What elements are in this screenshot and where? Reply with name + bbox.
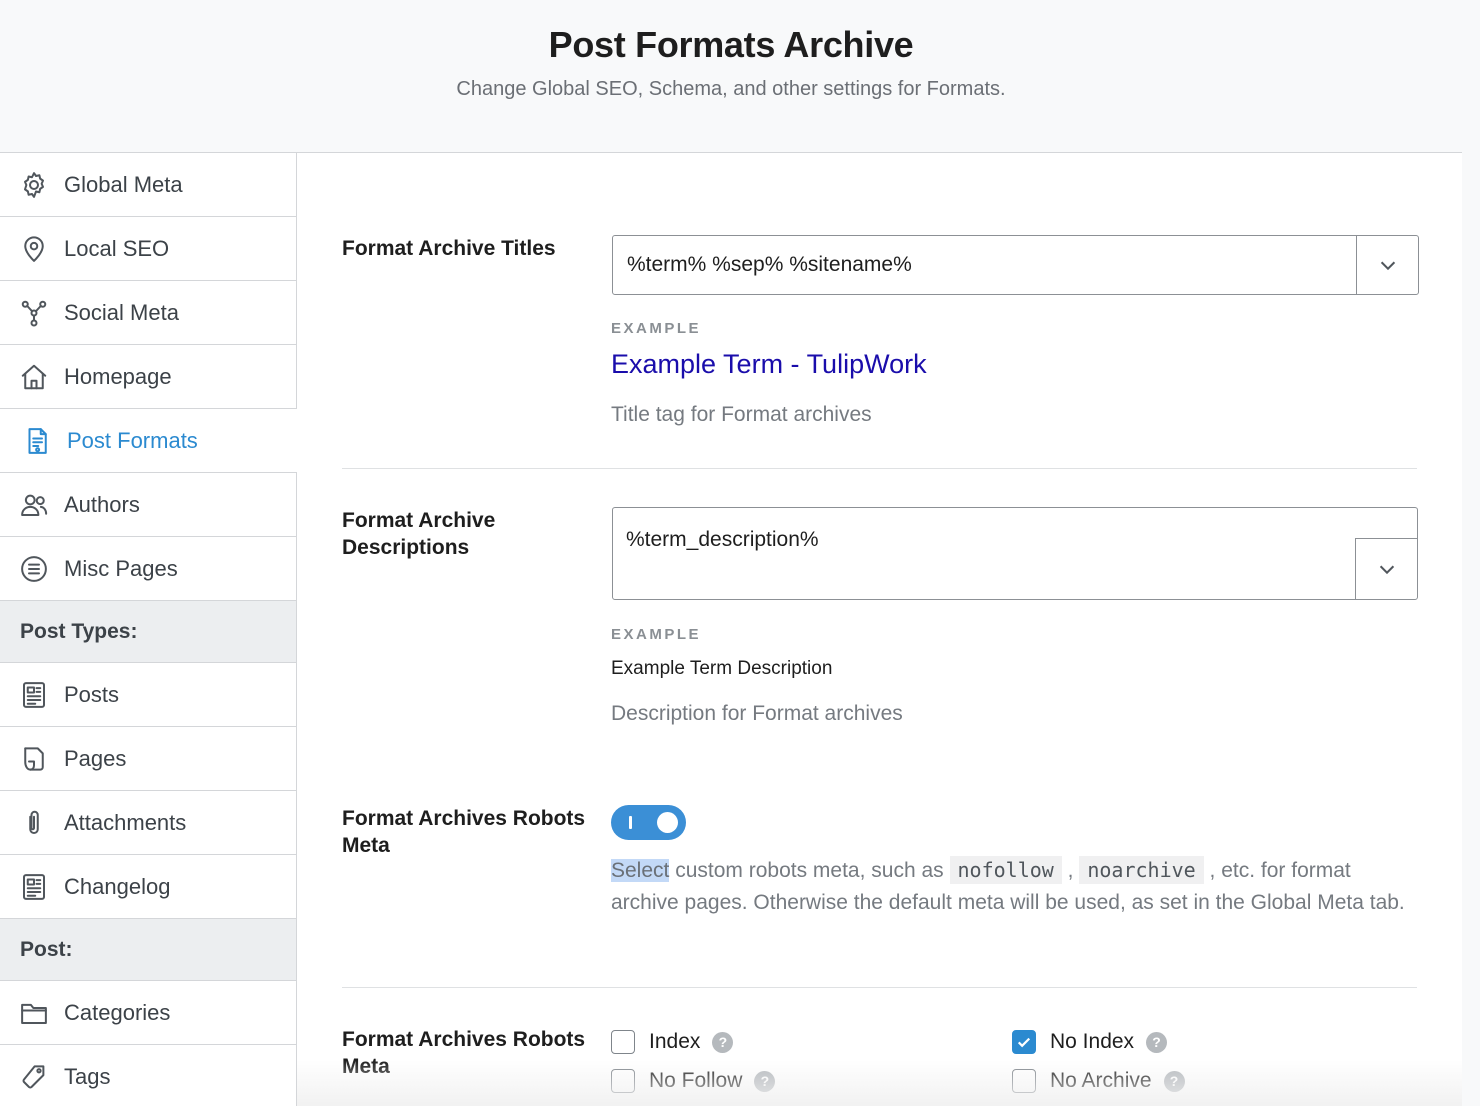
users-icon — [18, 489, 50, 521]
titles-label: Format Archive Titles — [342, 237, 556, 260]
example-description-preview: Example Term Description — [611, 658, 833, 679]
sidebar-item-global-meta[interactable]: Global Meta — [0, 153, 297, 217]
sidebar-item-authors[interactable]: Authors — [0, 473, 297, 537]
help-icon[interactable]: ? — [1146, 1031, 1168, 1053]
checkmark-icon — [1017, 1037, 1031, 1048]
help-text-part: custom robots meta, such as — [669, 859, 950, 882]
example-tag: EXAMPLE — [611, 320, 702, 337]
chevron-down-icon[interactable] — [1356, 236, 1418, 294]
sidebar-item-label: Changelog — [64, 873, 171, 899]
code-noarchive: noarchive — [1079, 856, 1204, 884]
sidebar-item-misc-pages[interactable]: Misc Pages — [0, 537, 297, 601]
robots-toggle-label-line2: Meta — [342, 834, 390, 857]
tag-icon — [18, 1061, 50, 1093]
robots-options-label: Format Archives Robots Meta — [342, 1026, 585, 1080]
description-template-select[interactable]: %term_description% — [612, 507, 1418, 600]
sidebar-section-post-types: Post Types: — [0, 601, 297, 663]
sidebar-item-social-meta[interactable]: Social Meta — [0, 281, 297, 345]
sidebar-item-tags[interactable]: Tags — [0, 1045, 297, 1106]
nofollow-label: No Follow — [649, 1069, 743, 1092]
section-divider — [342, 987, 1417, 988]
description-template-value[interactable]: %term_description% — [626, 528, 819, 552]
sidebar-item-label: Global Meta — [64, 171, 183, 197]
paperclip-icon — [18, 807, 50, 839]
robots-options-label-line2: Meta — [342, 1055, 390, 1078]
help-icon[interactable]: ? — [712, 1031, 734, 1053]
folder-icon — [18, 997, 50, 1029]
sidebar-nav: Global Meta Local SEO Social Meta Homepa… — [0, 153, 297, 1106]
newspaper-icon — [18, 679, 50, 711]
sidebar-item-changelog[interactable]: Changelog — [0, 855, 297, 919]
sidebar-item-label: Post Formats — [67, 427, 198, 453]
robots-toggle-label: Format Archives Robots Meta — [342, 805, 585, 859]
descriptions-label: Format Archive Descriptions — [342, 507, 495, 561]
sidebar-item-label: Posts — [64, 681, 120, 707]
help-icon[interactable]: ? — [754, 1070, 776, 1092]
title-template-select[interactable]: %term% %sep% %sitename% — [612, 235, 1419, 295]
sidebar-item-label: Local SEO — [64, 235, 170, 261]
sidebar-item-label: Misc Pages — [64, 555, 178, 581]
sidebar-item-label: Authors — [64, 491, 140, 517]
sidebar-item-posts[interactable]: Posts — [0, 663, 297, 727]
nofollow-checkbox[interactable] — [611, 1069, 635, 1093]
sidebar-item-attachments[interactable]: Attachments — [0, 791, 297, 855]
example-title-preview: Example Term - TulipWork — [611, 349, 927, 379]
robots-options-label-line1: Format Archives Robots — [342, 1028, 586, 1051]
sidebar-section-post: Post: — [0, 919, 297, 981]
descriptions-help-text: Description for Format archives — [611, 702, 903, 725]
sidebar-item-pages[interactable]: Pages — [0, 727, 297, 791]
noarchive-label: No Archive — [1050, 1069, 1152, 1092]
share-network-icon — [18, 297, 50, 329]
newspaper-icon — [18, 871, 50, 903]
page-subtitle: Change Global SEO, Schema, and other set… — [456, 78, 1006, 100]
robots-toggle-help-text: Select custom robots meta, such as nofol… — [611, 855, 1421, 918]
index-checkbox[interactable] — [611, 1030, 635, 1054]
selected-text: Select — [611, 859, 670, 882]
sidebar-item-local-seo[interactable]: Local SEO — [0, 217, 297, 281]
noindex-label: No Index — [1050, 1030, 1135, 1053]
sidebar-item-label: Social Meta — [64, 299, 179, 325]
home-icon — [18, 361, 50, 393]
descriptions-label-line1: Format Archive — [342, 509, 496, 532]
gear-icon — [18, 169, 50, 201]
list-circle-icon — [18, 553, 50, 585]
robots-option-noarchive[interactable]: No Archive ? — [1012, 1069, 1185, 1093]
chevron-down-icon[interactable] — [1355, 538, 1417, 599]
sidebar-item-label: Attachments — [64, 809, 187, 835]
title-template-value[interactable]: %term% %sep% %sitename% — [627, 253, 912, 277]
scrollbar-gutter[interactable] — [1462, 0, 1480, 1106]
location-pin-icon — [18, 233, 50, 265]
code-nofollow: nofollow — [949, 856, 1062, 884]
page-header: Post Formats Archive Change Global SEO, … — [0, 0, 1462, 153]
sidebar-item-label: Tags — [64, 1063, 111, 1089]
help-text-separator: , — [1061, 859, 1080, 882]
section-divider — [342, 468, 1417, 469]
help-icon[interactable]: ? — [1163, 1070, 1185, 1092]
robots-option-index[interactable]: Index ? — [611, 1030, 734, 1054]
sidebar-item-label: Pages — [64, 745, 127, 771]
sidebar-item-categories[interactable]: Categories — [0, 981, 297, 1045]
noindex-checkbox[interactable] — [1012, 1030, 1036, 1054]
toggle-on-indicator — [629, 816, 632, 829]
robots-meta-toggle[interactable] — [611, 805, 686, 840]
page-icon — [18, 743, 50, 775]
document-format-icon — [21, 425, 53, 457]
index-label: Index — [649, 1030, 701, 1053]
settings-panel: Format Archive Titles %term% %sep% %site… — [297, 153, 1462, 1106]
example-tag: EXAMPLE — [611, 626, 702, 643]
toggle-knob — [657, 812, 678, 833]
robots-toggle-label-line1: Format Archives Robots — [342, 807, 586, 830]
sidebar-item-label: Categories — [64, 999, 171, 1025]
descriptions-label-line2: Descriptions — [342, 536, 470, 559]
robots-option-noindex[interactable]: No Index ? — [1012, 1030, 1168, 1054]
sidebar-item-label: Homepage — [64, 363, 172, 389]
page-title: Post Formats Archive — [548, 24, 914, 65]
sidebar-item-post-formats[interactable]: Post Formats — [0, 409, 297, 473]
noarchive-checkbox[interactable] — [1012, 1069, 1036, 1093]
robots-option-nofollow[interactable]: No Follow ? — [611, 1069, 776, 1093]
titles-help-text: Title tag for Format archives — [611, 403, 872, 426]
sidebar-item-homepage[interactable]: Homepage — [0, 345, 297, 409]
